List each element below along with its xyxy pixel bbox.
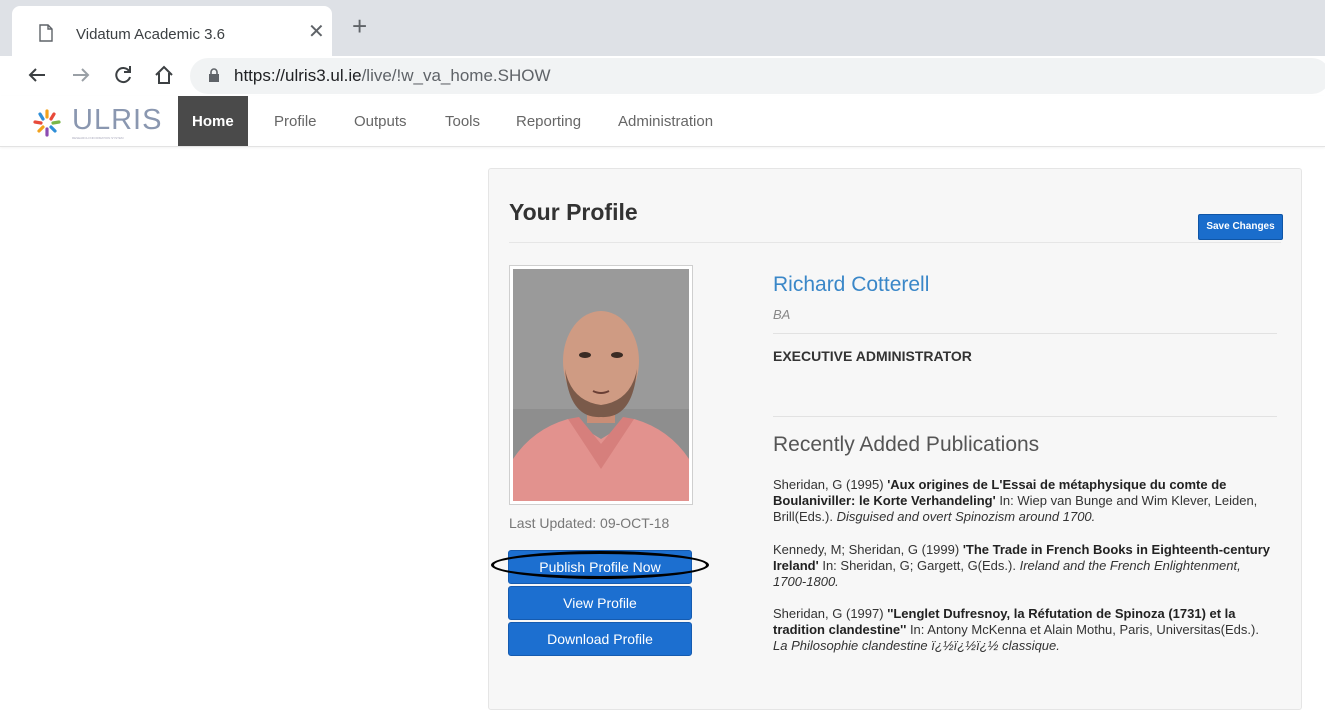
publications-heading: Recently Added Publications <box>773 433 1040 456</box>
publication-item: Sheridan, G (1997) ''Lenglet Dufresnoy, … <box>773 606 1273 654</box>
publication-details: In: Sheridan, G; Gargett, G(Eds.). <box>818 558 1020 573</box>
url-path: /live/!w_va_home.SHOW <box>361 66 551 85</box>
back-arrow-icon[interactable] <box>26 64 48 86</box>
divider <box>773 333 1277 334</box>
logo-text: ULRIS <box>72 104 163 136</box>
publication-source: La Philosophie clandestine ï¿½ï¿½ï¿½ cla… <box>773 638 1060 653</box>
publication-authors: Sheridan, G (1997) <box>773 606 888 621</box>
page-title: Your Profile <box>509 199 638 225</box>
publication-item: Kennedy, M; Sheridan, G (1999) 'The Trad… <box>773 542 1273 590</box>
nav-tools[interactable]: Tools <box>445 96 480 146</box>
download-profile-button[interactable]: Download Profile <box>508 622 692 656</box>
browser-tabstrip: Vidatum Academic 3.6 ✕ + <box>0 0 1325 56</box>
reload-icon[interactable] <box>112 64 134 86</box>
ulris-logo[interactable]: ULRIS RESEARCH INFORMATION SYSTEM <box>32 104 162 140</box>
publication-authors: Sheridan, G (1995) <box>773 477 888 492</box>
profile-photo <box>509 265 693 505</box>
document-icon <box>39 24 53 42</box>
address-bar[interactable]: https://ulris3.ul.ie/live/!w_va_home.SHO… <box>190 58 1325 94</box>
nav-reporting[interactable]: Reporting <box>516 96 581 146</box>
view-profile-button[interactable]: View Profile <box>508 586 692 620</box>
logo-subtitle: RESEARCH INFORMATION SYSTEM <box>72 136 124 140</box>
last-updated-text: Last Updated: 09-OCT-18 <box>509 515 670 531</box>
new-tab-icon[interactable]: + <box>352 12 367 40</box>
lock-icon <box>209 68 219 82</box>
app-navbar: ULRIS RESEARCH INFORMATION SYSTEM Home P… <box>0 96 1325 147</box>
home-icon[interactable] <box>153 64 175 86</box>
publication-item: Sheridan, G (1995) 'Aux origines de L'Es… <box>773 477 1273 525</box>
sparkle-logo-icon <box>33 109 61 137</box>
publication-details: In: Antony McKenna et Alain Mothu, Paris… <box>906 622 1259 637</box>
url-host: https://ulris3.ul.ie <box>234 66 362 85</box>
save-changes-button[interactable]: Save Changes <box>1198 214 1283 240</box>
forward-arrow-icon[interactable] <box>70 64 92 86</box>
profile-degree: BA <box>773 307 791 322</box>
close-tab-icon[interactable]: ✕ <box>308 22 325 42</box>
profile-panel: Your Profile Save Changes Last Updated: … <box>488 168 1302 710</box>
url-text: https://ulris3.ul.ie/live/!w_va_home.SHO… <box>234 66 551 86</box>
nav-administration[interactable]: Administration <box>618 96 713 146</box>
profile-name-link[interactable]: Richard Cotterell <box>773 273 929 297</box>
nav-home[interactable]: Home <box>178 96 248 146</box>
nav-outputs[interactable]: Outputs <box>354 96 407 146</box>
divider <box>773 416 1277 417</box>
browser-tab[interactable]: Vidatum Academic 3.6 ✕ <box>12 6 332 56</box>
publish-profile-button[interactable]: Publish Profile Now <box>508 550 692 584</box>
divider <box>509 242 1281 243</box>
profile-position: EXECUTIVE ADMINISTRATOR <box>773 348 972 364</box>
publication-source: Disguised and overt Spinozism around 170… <box>836 509 1096 524</box>
publication-authors: Kennedy, M; Sheridan, G (1999) <box>773 542 963 557</box>
nav-profile[interactable]: Profile <box>274 96 317 146</box>
browser-toolbar: https://ulris3.ul.ie/live/!w_va_home.SHO… <box>0 56 1325 96</box>
portrait-image <box>513 269 689 501</box>
tab-title: Vidatum Academic 3.6 <box>76 26 225 43</box>
